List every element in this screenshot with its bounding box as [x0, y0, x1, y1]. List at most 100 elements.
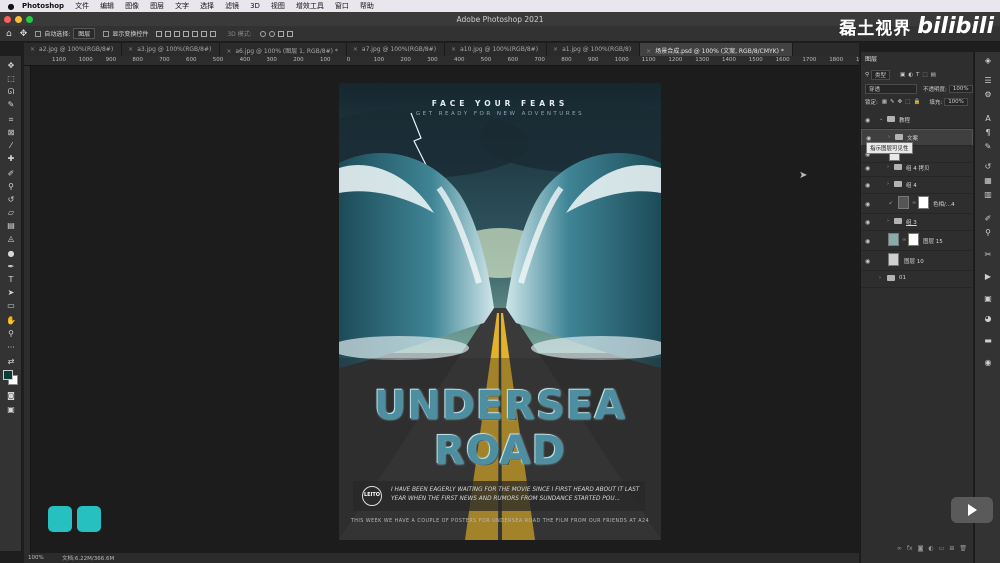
auto-select-dropdown[interactable]: 图层 — [73, 28, 96, 39]
expand-arrow-icon[interactable]: › — [887, 181, 889, 187]
close-tab-icon[interactable]: × — [451, 46, 456, 53]
clone-stamp-tool-icon[interactable]: ⚲ — [4, 181, 18, 193]
visibility-eye-icon[interactable]: ◉ — [865, 219, 870, 226]
filter-type-icons[interactable]: ▣◐T⬚▤ — [900, 72, 939, 78]
link-icon[interactable]: ∞ — [902, 237, 906, 243]
healing-brush-tool-icon[interactable]: ✚ — [4, 153, 18, 165]
3d-controls[interactable] — [259, 30, 296, 37]
tab-a2[interactable]: × a2.jpg @ 100%(RGB/8#) — [24, 43, 123, 56]
dodge-tool-icon[interactable]: ● — [4, 248, 18, 260]
blur-tool-icon[interactable]: ◬ — [4, 233, 18, 245]
menu-app-name[interactable]: Photoshop — [22, 2, 64, 10]
document-canvas[interactable]: FACE YOUR FEARS GET READY FOR NEW ADVENT… — [339, 83, 661, 540]
zoom-tool-icon[interactable]: ⚲ — [4, 328, 18, 340]
new-layer-icon[interactable]: ⊞ — [949, 545, 954, 557]
layers-panel-icon[interactable]: ◈ — [983, 56, 993, 66]
new-adjustment-icon[interactable]: ◐ — [928, 545, 933, 557]
paragraph-icon[interactable]: ¶ — [983, 128, 993, 138]
blend-mode-dropdown[interactable]: 穿透 — [865, 84, 917, 94]
3d-pan-icon[interactable] — [277, 30, 284, 37]
align-right-icon[interactable] — [174, 30, 181, 37]
menu-layer[interactable]: 图层 — [150, 1, 164, 11]
layer-row[interactable]: ◉ › 组 3 — [861, 214, 973, 231]
menu-type[interactable]: 文字 — [175, 1, 189, 11]
close-tab-icon[interactable]: × — [353, 46, 358, 53]
color-swatches[interactable] — [3, 370, 19, 386]
menu-edit[interactable]: 编辑 — [100, 1, 114, 11]
properties-icon[interactable]: ☰ — [983, 76, 993, 86]
info-icon[interactable]: ▣ — [983, 294, 993, 304]
canvas-area[interactable]: FACE YOUR FEARS GET READY FOR NEW ADVENT… — [31, 66, 859, 553]
frame-tool-icon[interactable]: ⊠ — [4, 127, 18, 139]
show-transform-option[interactable]: 显示变换控件 — [103, 29, 148, 38]
home-icon[interactable]: ⌂ — [6, 29, 12, 39]
menu-filter[interactable]: 滤镜 — [225, 1, 239, 11]
clone-source-icon[interactable]: ⚲ — [983, 228, 993, 238]
brush-tool-icon[interactable]: ✐ — [4, 168, 18, 180]
layer-row[interactable]: ◉ 图层 10 — [861, 251, 973, 271]
link-layers-icon[interactable]: ∞ — [897, 545, 902, 557]
tab-a6[interactable]: × a6.jpg @ 100% (图层 1, RGB/8#) * — [220, 43, 347, 56]
menu-window[interactable]: 窗口 — [335, 1, 349, 11]
visibility-eye-icon[interactable]: ◉ — [866, 135, 871, 142]
expand-arrow-icon[interactable]: › — [879, 275, 881, 281]
layer-row[interactable]: ◉ ⌄ 教程 — [861, 112, 973, 129]
pen-tool-icon[interactable]: ✒ — [4, 261, 18, 273]
3d-slide-icon[interactable] — [286, 30, 293, 37]
path-select-tool-icon[interactable]: ➤ — [4, 287, 18, 299]
link-icon[interactable]: ∞ — [912, 200, 916, 206]
menu-plugins[interactable]: 增效工具 — [296, 1, 324, 11]
visibility-eye-icon[interactable]: ◉ — [865, 258, 870, 265]
glyphs-icon[interactable]: ✎ — [983, 142, 993, 152]
auto-select-option[interactable]: 自动选择: 图层 — [35, 28, 96, 39]
expand-arrow-icon[interactable]: › — [887, 218, 889, 224]
layer-row[interactable]: ◉ › 组 4 — [861, 177, 973, 194]
character-icon[interactable]: A — [983, 114, 993, 124]
tools-icon[interactable]: ✂ — [983, 250, 993, 260]
quick-mask-icon[interactable]: ◙ — [4, 390, 18, 402]
menu-image[interactable]: 图像 — [125, 1, 139, 11]
visibility-eye-icon[interactable]: ◉ — [865, 201, 870, 208]
layer-row[interactable]: ◉ ∞ 图层 15 — [861, 231, 973, 251]
close-tab-icon[interactable]: × — [128, 46, 133, 53]
show-transform-checkbox[interactable] — [103, 30, 110, 37]
zoom-level[interactable]: 100% — [28, 555, 58, 561]
horizontal-ruler[interactable]: 1100 1000 900 800 700 600 500 400 300 200 100 0 100 2… — [24, 56, 870, 66]
eyedropper-tool-icon[interactable]: ⁄ — [4, 140, 18, 152]
visibility-eye-icon[interactable]: ◉ — [865, 182, 870, 189]
new-group-icon[interactable]: ▭ — [939, 545, 945, 557]
align-center-icon[interactable] — [165, 30, 172, 37]
tab-scene-composite[interactable]: × 场景合成.psd @ 100% (文案, RGB/8/CMYK) * — [640, 43, 793, 56]
align-bottom-icon[interactable] — [201, 30, 208, 37]
hand-tool-icon[interactable]: ✋ — [4, 315, 18, 327]
menu-file[interactable]: 文件 — [75, 1, 89, 11]
layer-mask-thumbnail[interactable] — [918, 196, 929, 209]
menu-3d[interactable]: 3D — [250, 2, 260, 10]
opacity-input[interactable]: 100% — [948, 85, 973, 93]
layer-filter-dropdown[interactable]: 类型 — [871, 70, 891, 80]
libraries-icon[interactable]: ▥ — [983, 190, 993, 200]
marquee-tool-icon[interactable]: ⬚ — [4, 73, 18, 85]
layer-row[interactable]: ◉ › 组 4 拷贝 — [861, 160, 973, 177]
close-tab-icon[interactable]: × — [30, 46, 35, 53]
lock-icons[interactable]: ▦✎✥⬚🔒 — [882, 99, 923, 105]
3d-roll-icon[interactable] — [268, 30, 275, 37]
expand-arrow-icon[interactable]: ⌄ — [879, 116, 883, 122]
swatches-icon[interactable]: ▦ — [983, 176, 993, 186]
move-tool-icon[interactable]: ✥ — [4, 60, 18, 72]
close-tab-icon[interactable]: × — [646, 48, 651, 55]
history-brush-tool-icon[interactable]: ↺ — [4, 194, 18, 206]
align-middle-icon[interactable] — [192, 30, 199, 37]
menu-select[interactable]: 选择 — [200, 1, 214, 11]
styles-icon[interactable]: ◕ — [983, 314, 993, 324]
history-icon[interactable]: ↺ — [983, 162, 993, 172]
expand-arrow-icon[interactable]: › — [887, 164, 889, 170]
add-mask-icon[interactable]: ◙ — [918, 545, 924, 557]
video-play-button[interactable] — [951, 497, 993, 523]
timeline-icon[interactable]: ▬ — [983, 336, 993, 346]
play-action-icon[interactable]: ▶ — [983, 272, 993, 282]
gradient-tool-icon[interactable]: ▤ — [4, 220, 18, 232]
lasso-tool-icon[interactable]: ᘏ — [4, 86, 18, 98]
fill-input[interactable]: 100% — [944, 98, 968, 106]
close-tab-icon[interactable]: × — [226, 48, 231, 55]
